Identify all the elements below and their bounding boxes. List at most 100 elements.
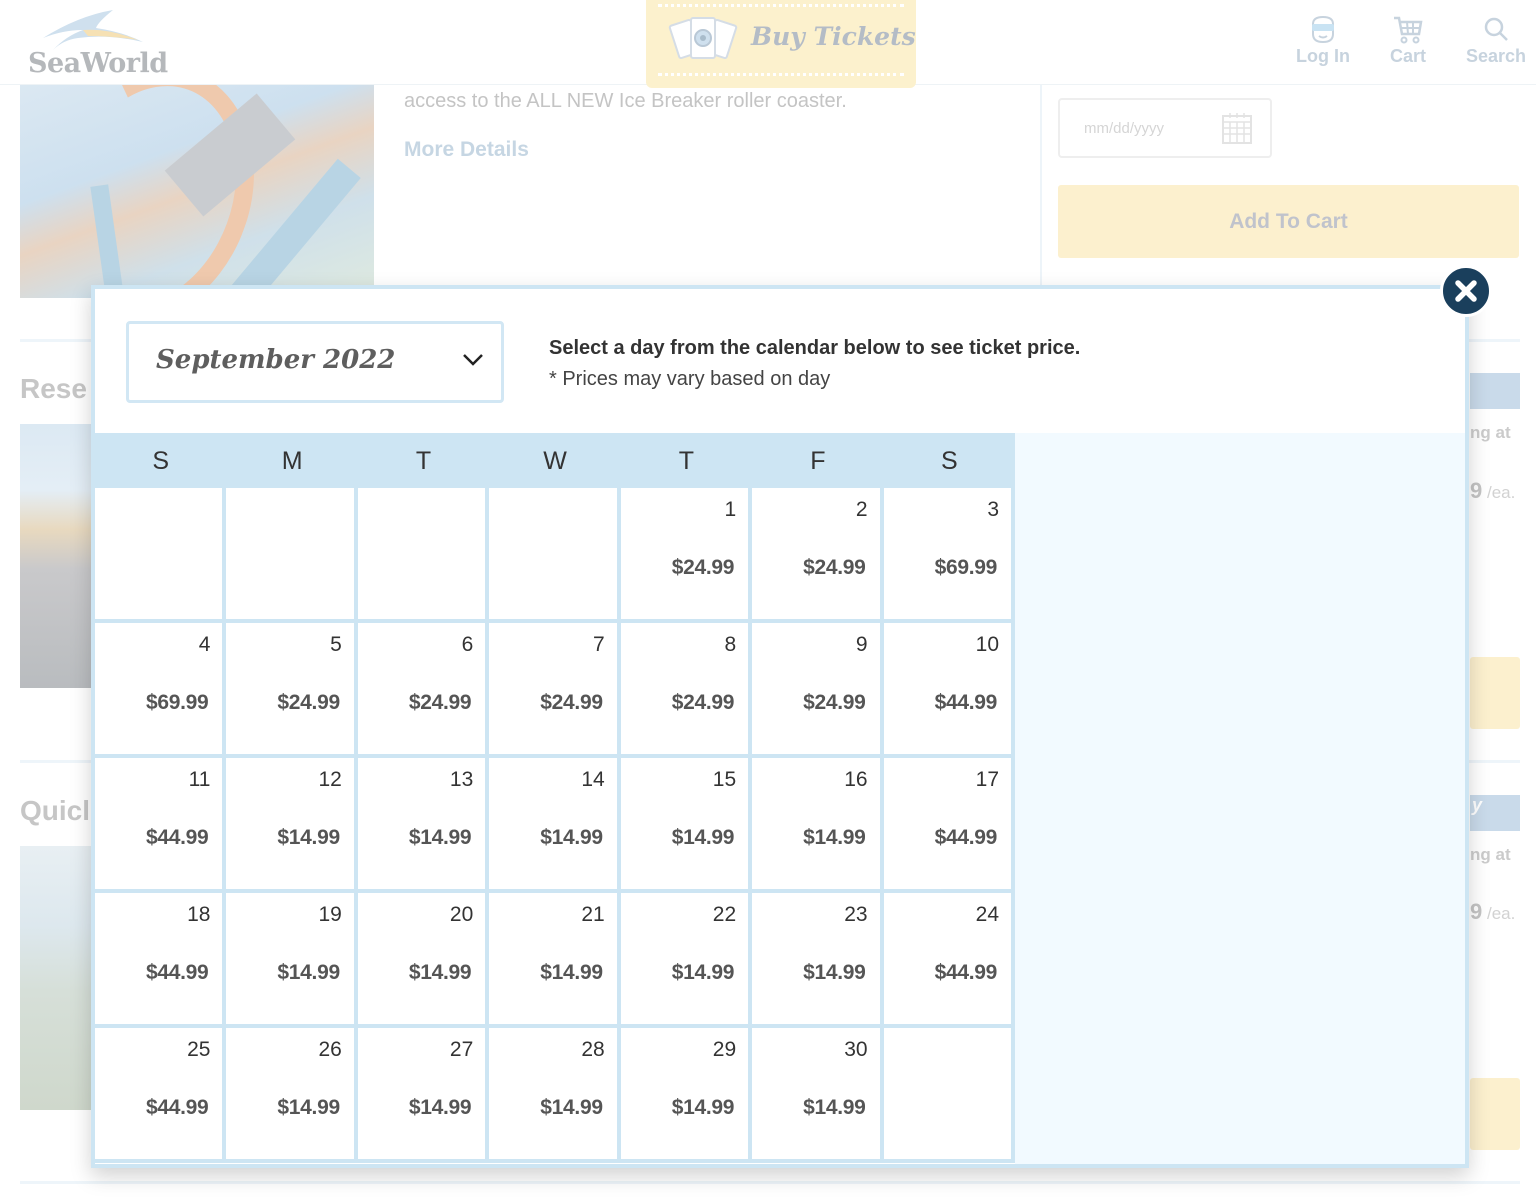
day-price: $14.99 — [671, 1096, 735, 1119]
side-price: 9 /ea. — [1470, 899, 1515, 925]
nav-search-label: Search — [1466, 46, 1527, 66]
calendar-day[interactable]: 6 $24.99 — [357, 623, 486, 754]
calendar-day[interactable]: 22 $14.99 — [620, 893, 749, 1024]
day-number: 24 — [975, 903, 999, 926]
instruction-text: Select a day from the calendar below to … — [549, 337, 1081, 359]
calendar-day-empty — [95, 488, 223, 619]
calendar-day-empty — [883, 1028, 1011, 1159]
day-price: $14.99 — [803, 826, 866, 849]
calendar-day[interactable]: 15 $14.99 — [620, 758, 749, 889]
weekday-label: W — [543, 447, 567, 475]
calendar-day[interactable]: 19 $14.99 — [226, 893, 354, 1024]
month-select-value: September 2022 — [156, 345, 396, 375]
day-price: $24.99 — [408, 691, 472, 714]
day-number: 11 — [188, 768, 211, 791]
calendar-day[interactable]: 21 $14.99 — [489, 893, 617, 1024]
day-number: 30 — [844, 1038, 868, 1061]
calendar-day[interactable]: 24 $44.99 — [883, 893, 1011, 1024]
day-price: $24.99 — [277, 691, 340, 714]
weekday-label: S — [152, 447, 170, 475]
calendar-day[interactable]: 18 $44.99 — [95, 893, 223, 1024]
day-price: $24.99 — [803, 691, 866, 714]
day-number: 25 — [187, 1038, 211, 1061]
day-number: 5 — [330, 633, 342, 656]
nav-log-in[interactable]: Log In — [1296, 14, 1350, 67]
seaworld-logo[interactable]: SeaWorld — [28, 8, 168, 79]
calendar-day[interactable]: 9 $24.99 — [752, 623, 880, 754]
search-icon — [1484, 17, 1508, 41]
add-to-cart-button[interactable]: Add To Cart — [1058, 185, 1519, 258]
calendar-day[interactable]: 13 $14.99 — [357, 758, 486, 889]
weekday-label: T — [678, 447, 695, 475]
date-placeholder: mm/dd/yyyy — [1084, 120, 1165, 137]
calendar-day[interactable]: 25 $44.99 — [95, 1028, 223, 1159]
day-price: $24.99 — [803, 556, 866, 579]
day-number: 3 — [987, 498, 999, 521]
calendar-day[interactable]: 26 $14.99 — [226, 1028, 354, 1159]
roller-coaster-image — [20, 85, 374, 298]
calendar-day[interactable]: 20 $14.99 — [357, 893, 486, 1024]
calendar-day[interactable]: 4 $69.99 — [95, 623, 223, 754]
day-price: $14.99 — [540, 826, 603, 849]
nav-cart[interactable]: Cart — [1390, 14, 1426, 67]
day-price: $14.99 — [671, 826, 735, 849]
calendar-day[interactable]: 23 $14.99 — [752, 893, 880, 1024]
side-add-button[interactable] — [1470, 657, 1520, 729]
day-number: 23 — [844, 903, 868, 926]
calendar-day[interactable]: 2 $24.99 — [752, 488, 880, 619]
day-number: 19 — [318, 903, 342, 926]
calendar-day-empty — [489, 488, 617, 619]
day-number: 16 — [844, 768, 868, 791]
side-price-unit: /ea. — [1486, 904, 1516, 923]
more-details-link[interactable]: More Details — [404, 138, 529, 162]
calendar-day[interactable]: 16 $14.99 — [752, 758, 880, 889]
logo-text: SeaWorld — [28, 48, 168, 79]
day-price: $14.99 — [408, 826, 472, 849]
calendar-day[interactable]: 14 $14.99 — [489, 758, 617, 889]
calendar-day[interactable]: 29 $14.99 — [620, 1028, 749, 1159]
calendar-day[interactable]: 28 $14.99 — [489, 1028, 617, 1159]
day-price: $14.99 — [540, 961, 603, 984]
day-price: $14.99 — [408, 1096, 472, 1119]
calendar-day[interactable]: 7 $24.99 — [489, 623, 617, 754]
day-price: $14.99 — [540, 1096, 603, 1119]
calendar-day[interactable]: 1 $24.99 — [620, 488, 749, 619]
visit-date-input[interactable]: mm/dd/yyyy — [1058, 98, 1272, 158]
section-title-reserved: Rese — [20, 373, 87, 404]
calendar-day[interactable]: 12 $14.99 — [226, 758, 354, 889]
month-select[interactable]: September 2022 — [126, 321, 504, 403]
day-number: 28 — [581, 1038, 605, 1061]
day-price: $14.99 — [803, 961, 866, 984]
tickets-icon — [668, 17, 738, 60]
calendar-day[interactable]: 27 $14.99 — [357, 1028, 486, 1159]
day-number: 13 — [449, 768, 474, 791]
calendar-day[interactable]: 11 $44.99 — [95, 758, 223, 889]
calendar-day[interactable]: 5 $24.99 — [226, 623, 354, 754]
day-number: 10 — [975, 633, 999, 656]
day-price: $44.99 — [934, 691, 998, 714]
day-price: $44.99 — [145, 1096, 209, 1119]
column-divider — [1040, 85, 1042, 295]
buy-tickets-tab[interactable]: Buy Tickets — [646, 0, 916, 88]
calendar-day[interactable]: 17 $44.99 — [883, 758, 1011, 889]
cart-icon — [1394, 16, 1423, 44]
calendar-day[interactable]: 30 $14.99 — [752, 1028, 880, 1159]
day-price: $14.99 — [277, 1096, 340, 1119]
calendar-day[interactable]: 8 $24.99 — [620, 623, 749, 754]
side-add-button[interactable] — [1470, 1078, 1520, 1150]
buy-tickets-label: Buy Tickets — [751, 22, 916, 51]
close-modal-button[interactable] — [1440, 265, 1492, 317]
side-price-digit: 9 — [1470, 478, 1483, 503]
weekday-header: S M T W T F S — [95, 433, 1015, 488]
day-number: 29 — [712, 1038, 737, 1061]
nav-log-in-label: Log In — [1296, 46, 1350, 66]
calendar-day[interactable]: 3 $69.99 — [883, 488, 1011, 619]
nav-search[interactable]: Search — [1466, 14, 1526, 67]
calendar-day[interactable]: 10 $44.99 — [883, 623, 1011, 754]
day-number: 7 — [593, 633, 605, 656]
side-badge-text: y — [1472, 795, 1483, 815]
chevron-down-icon — [463, 354, 483, 366]
ticket-description: access to the ALL NEW Ice Breaker roller… — [404, 90, 847, 112]
day-price: $44.99 — [145, 961, 209, 984]
side-badge — [1470, 373, 1520, 409]
